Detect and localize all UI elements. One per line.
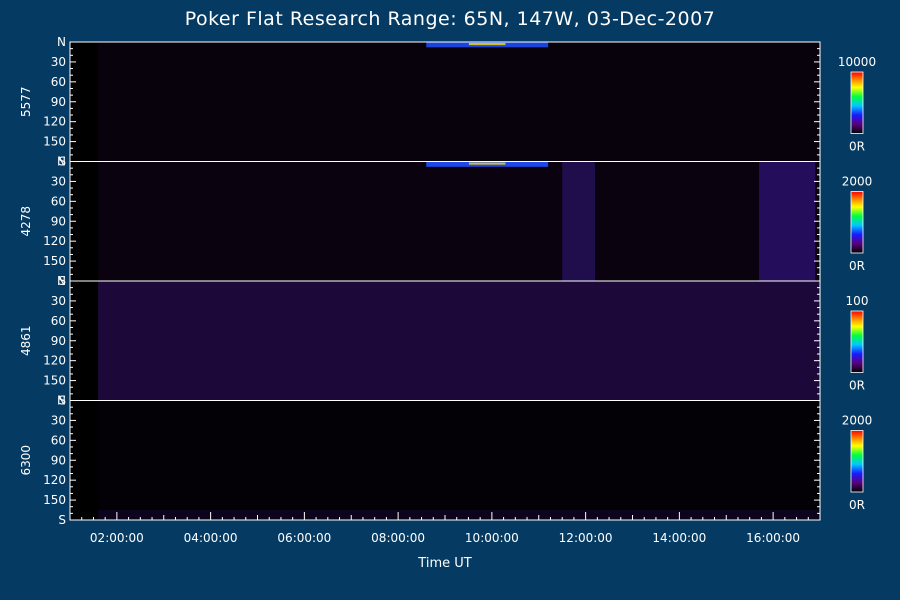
x-tick-label-06:00:00: 06:00:00 bbox=[277, 531, 331, 545]
auroral-feature-4278-1 bbox=[562, 161, 595, 281]
colorbar-4861 bbox=[850, 310, 864, 373]
y-tick-label-4278-150: 150 bbox=[43, 254, 66, 268]
auroral-peak-4278-0 bbox=[468, 162, 506, 165]
panel-noise-4278 bbox=[98, 161, 820, 281]
panel-wavelength-label-6300: 6300 bbox=[19, 445, 33, 476]
colorbar-max-label-5577: 10000 bbox=[838, 55, 876, 69]
y-tick-label-5577-N: N bbox=[57, 35, 66, 49]
y-tick-label-4861-120: 120 bbox=[43, 354, 66, 368]
panel-noise-5577 bbox=[98, 42, 820, 162]
panel-wavelength-label-4861: 4861 bbox=[19, 325, 33, 356]
y-tick-label-4861-30: 30 bbox=[51, 294, 66, 308]
y-tick-label-5577-150: 150 bbox=[43, 135, 66, 149]
keogram-chart: N306090120150S5577100000RN306090120150S4… bbox=[19, 35, 876, 545]
auroral-feature-4278-2 bbox=[759, 161, 816, 281]
y-tick-label-4278-30: 30 bbox=[51, 174, 66, 188]
x-tick-label-08:00:00: 08:00:00 bbox=[371, 531, 425, 545]
y-tick-label-4278-90: 90 bbox=[51, 214, 66, 228]
colorbar-max-label-4861: 100 bbox=[846, 294, 869, 308]
x-tick-label-12:00:00: 12:00:00 bbox=[559, 531, 613, 545]
y-tick-label-4861-90: 90 bbox=[51, 334, 66, 348]
y-tick-label-6300-120: 120 bbox=[43, 473, 66, 487]
y-tick-label-6300-N: N bbox=[57, 394, 66, 408]
y-tick-label-6300-150: 150 bbox=[43, 493, 66, 507]
panel-wavelength-label-4278: 4278 bbox=[19, 206, 33, 237]
colorbar-6300 bbox=[850, 430, 864, 493]
y-tick-label-5577-60: 60 bbox=[51, 75, 66, 89]
auroral-peak-5577-0 bbox=[468, 43, 506, 46]
colorbar-min-label-6300: 0R bbox=[849, 498, 865, 512]
x-tick-label-04:00:00: 04:00:00 bbox=[184, 531, 238, 545]
colorbar-max-label-4278: 2000 bbox=[842, 175, 873, 189]
colorbar-4278 bbox=[850, 191, 864, 254]
colorbar-max-label-6300: 2000 bbox=[842, 414, 873, 428]
y-tick-label-6300-60: 60 bbox=[51, 433, 66, 447]
y-tick-label-6300-30: 30 bbox=[51, 413, 66, 427]
y-tick-label-4278-120: 120 bbox=[43, 234, 66, 248]
x-tick-label-10:00:00: 10:00:00 bbox=[465, 531, 519, 545]
colorbar-min-label-4278: 0R bbox=[849, 259, 865, 273]
y-tick-label-4861-N: N bbox=[57, 274, 66, 288]
y-tick-label-4861-150: 150 bbox=[43, 374, 66, 388]
y-tick-label-4861-60: 60 bbox=[51, 314, 66, 328]
x-tick-label-14:00:00: 14:00:00 bbox=[652, 531, 706, 545]
y-tick-label-4278-60: 60 bbox=[51, 194, 66, 208]
panel-wavelength-label-5577: 5577 bbox=[19, 86, 33, 117]
colorbar-min-label-4861: 0R bbox=[849, 379, 865, 393]
y-tick-label-5577-120: 120 bbox=[43, 115, 66, 129]
panel-noise-6300 bbox=[98, 400, 820, 520]
y-tick-label-6300-S: S bbox=[58, 513, 66, 527]
y-tick-label-6300-90: 90 bbox=[51, 453, 66, 467]
y-tick-label-5577-30: 30 bbox=[51, 55, 66, 69]
x-tick-label-02:00:00: 02:00:00 bbox=[90, 531, 144, 545]
x-tick-label-16:00:00: 16:00:00 bbox=[746, 531, 800, 545]
auroral-feature-4861-0 bbox=[98, 281, 820, 401]
auroral-feature-6300-0 bbox=[98, 510, 820, 520]
y-tick-label-4278-N: N bbox=[57, 155, 66, 169]
y-tick-label-5577-90: 90 bbox=[51, 95, 66, 109]
x-axis-label: Time UT bbox=[418, 556, 472, 571]
colorbar-5577 bbox=[850, 71, 864, 134]
colorbar-min-label-5577: 0R bbox=[849, 140, 865, 154]
